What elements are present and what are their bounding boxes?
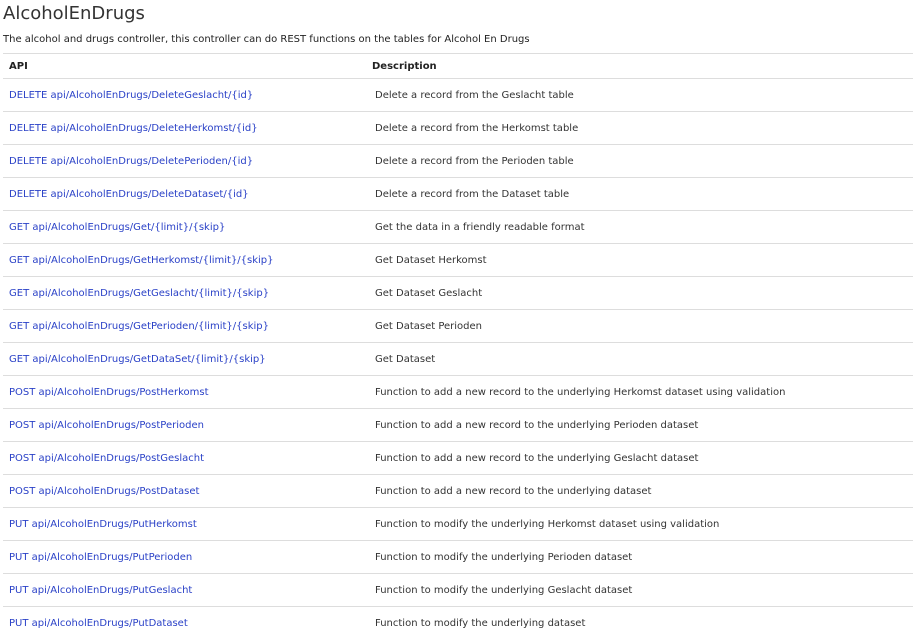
api-cell: GET api/AlcoholEnDrugs/Get/{limit}/{skip… — [3, 211, 366, 244]
api-table-body: DELETE api/AlcoholEnDrugs/DeleteGeslacht… — [3, 79, 913, 634]
api-endpoint-link[interactable]: POST api/AlcoholEnDrugs/PostPerioden — [9, 420, 204, 431]
api-endpoint-link[interactable]: POST api/AlcoholEnDrugs/PostDataset — [9, 486, 199, 497]
api-table: API Description DELETE api/AlcoholEnDrug… — [3, 53, 913, 634]
table-row: PUT api/AlcoholEnDrugs/PutPerioden Functi… — [3, 541, 913, 574]
api-endpoint-link[interactable]: PUT api/AlcoholEnDrugs/PutGeslacht — [9, 585, 192, 596]
page: AlcoholEnDrugs The alcohol and drugs con… — [0, 0, 923, 634]
table-row: GET api/AlcoholEnDrugs/GetHerkomst/{limi… — [3, 244, 913, 277]
api-description-cell: Delete a record from the Herkomst table — [375, 122, 579, 134]
table-row: PUT api/AlcoholEnDrugs/PutHerkomst Functi… — [3, 508, 913, 541]
api-description-cell: Delete a record from the Dataset table — [375, 188, 570, 200]
api-cell: GET api/AlcoholEnDrugs/GetPerioden/{limi… — [3, 310, 366, 343]
api-cell: POST api/AlcoholEnDrugs/PostHerkomst — [3, 376, 366, 409]
api-cell: GET api/AlcoholEnDrugs/GetGeslacht/{limi… — [3, 277, 366, 310]
api-endpoint-link[interactable]: POST api/AlcoholEnDrugs/PostGeslacht — [9, 453, 204, 464]
api-cell: PUT api/AlcoholEnDrugs/PutDataset — [3, 607, 366, 634]
api-column-header: API — [9, 60, 28, 72]
api-cell: PUT api/AlcoholEnDrugs/PutGeslacht — [3, 574, 366, 607]
api-cell: POST api/AlcoholEnDrugs/PostDataset — [3, 475, 366, 508]
table-row: GET api/AlcoholEnDrugs/Get/{limit}/{skip… — [3, 211, 913, 244]
table-row: DELETE api/AlcoholEnDrugs/DeletePerioden… — [3, 145, 913, 178]
api-cell: DELETE api/AlcoholEnDrugs/DeleteHerkomst… — [3, 112, 366, 145]
table-row: PUT api/AlcoholEnDrugs/PutDataset Functio… — [3, 607, 913, 634]
api-endpoint-link[interactable]: PUT api/AlcoholEnDrugs/PutHerkomst — [9, 519, 197, 530]
api-description-cell: Function to modify the underlying datase… — [375, 617, 586, 629]
api-table-header: API Description — [3, 53, 913, 79]
table-row: GET api/AlcoholEnDrugs/GetDataSet/{limit… — [3, 343, 913, 376]
api-endpoint-link[interactable]: GET api/AlcoholEnDrugs/GetGeslacht/{limi… — [9, 288, 269, 299]
api-cell: POST api/AlcoholEnDrugs/PostGeslacht — [3, 442, 366, 475]
api-endpoint-link[interactable]: DELETE api/AlcoholEnDrugs/DeleteDataset/… — [9, 189, 249, 200]
api-cell: PUT api/AlcoholEnDrugs/PutPerioden — [3, 541, 366, 574]
api-description-cell: Function to modify the underlying Period… — [375, 551, 633, 563]
api-endpoint-link[interactable]: DELETE api/AlcoholEnDrugs/DeleteGeslacht… — [9, 90, 253, 101]
api-endpoint-link[interactable]: PUT api/AlcoholEnDrugs/PutDataset — [9, 618, 188, 629]
api-endpoint-link[interactable]: DELETE api/AlcoholEnDrugs/DeleteHerkomst… — [9, 123, 258, 134]
api-description-cell: Delete a record from the Geslacht table — [375, 89, 574, 101]
api-description-cell: Get the data in a friendly readable form… — [375, 221, 585, 233]
table-row: POST api/AlcoholEnDrugs/PostHerkomst Func… — [3, 376, 913, 409]
api-cell: PUT api/AlcoholEnDrugs/PutHerkomst — [3, 508, 366, 541]
page-description: The alcohol and drugs controller, this c… — [3, 34, 530, 45]
table-row: GET api/AlcoholEnDrugs/GetPerioden/{limi… — [3, 310, 913, 343]
table-row: DELETE api/AlcoholEnDrugs/DeleteDataset/… — [3, 178, 913, 211]
api-endpoint-link[interactable]: GET api/AlcoholEnDrugs/GetHerkomst/{limi… — [9, 255, 274, 266]
table-row: POST api/AlcoholEnDrugs/PostPerioden Func… — [3, 409, 913, 442]
api-description-cell: Function to add a new record to the unde… — [375, 452, 699, 464]
api-description-cell: Get Dataset Perioden — [375, 320, 483, 332]
api-description-cell: Function to add a new record to the unde… — [375, 386, 786, 398]
table-row: POST api/AlcoholEnDrugs/PostDataset Funct… — [3, 475, 913, 508]
api-cell: DELETE api/AlcoholEnDrugs/DeleteGeslacht… — [3, 79, 366, 112]
table-row: DELETE api/AlcoholEnDrugs/DeleteHerkomst… — [3, 112, 913, 145]
api-cell: DELETE api/AlcoholEnDrugs/DeleteDataset/… — [3, 178, 366, 211]
description-column-header: Description — [372, 60, 437, 72]
api-endpoint-link[interactable]: DELETE api/AlcoholEnDrugs/DeletePerioden… — [9, 156, 253, 167]
api-description-cell: Get Dataset Geslacht — [375, 287, 483, 299]
table-row: GET api/AlcoholEnDrugs/GetGeslacht/{limi… — [3, 277, 913, 310]
api-description-cell: Delete a record from the Perioden table — [375, 155, 574, 167]
api-endpoint-link[interactable]: GET api/AlcoholEnDrugs/Get/{limit}/{skip… — [9, 222, 225, 233]
api-cell: GET api/AlcoholEnDrugs/GetHerkomst/{limi… — [3, 244, 366, 277]
api-description-cell: Function to modify the underlying Geslac… — [375, 584, 633, 596]
api-endpoint-link[interactable]: PUT api/AlcoholEnDrugs/PutPerioden — [9, 552, 192, 563]
api-cell: DELETE api/AlcoholEnDrugs/DeletePerioden… — [3, 145, 366, 178]
api-cell: POST api/AlcoholEnDrugs/PostPerioden — [3, 409, 366, 442]
table-row: PUT api/AlcoholEnDrugs/PutGeslacht Functi… — [3, 574, 913, 607]
api-endpoint-link[interactable]: POST api/AlcoholEnDrugs/PostHerkomst — [9, 387, 209, 398]
table-row: DELETE api/AlcoholEnDrugs/DeleteGeslacht… — [3, 79, 913, 112]
api-description-cell: Get Dataset Herkomst — [375, 254, 487, 266]
api-endpoint-link[interactable]: GET api/AlcoholEnDrugs/GetDataSet/{limit… — [9, 354, 266, 365]
api-description-cell: Get Dataset — [375, 353, 436, 365]
api-description-cell: Function to modify the underlying Herkom… — [375, 518, 720, 530]
header-row: API Description — [3, 53, 913, 79]
api-description-cell: Function to add a new record to the unde… — [375, 485, 652, 497]
page-title: AlcoholEnDrugs — [3, 3, 145, 24]
table-row: POST api/AlcoholEnDrugs/PostGeslacht Func… — [3, 442, 913, 475]
api-cell: GET api/AlcoholEnDrugs/GetDataSet/{limit… — [3, 343, 366, 376]
api-endpoint-link[interactable]: GET api/AlcoholEnDrugs/GetPerioden/{limi… — [9, 321, 269, 332]
api-description-cell: Function to add a new record to the unde… — [375, 419, 699, 431]
